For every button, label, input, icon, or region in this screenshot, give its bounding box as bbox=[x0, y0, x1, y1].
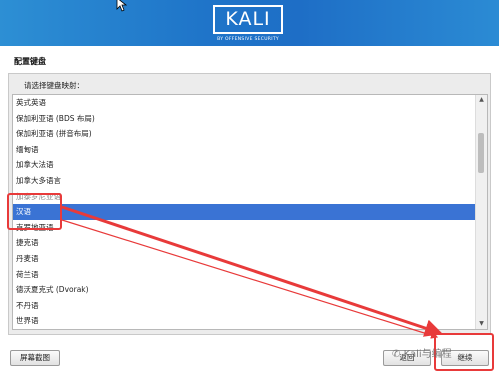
wechat-icon: ✆ bbox=[392, 349, 401, 360]
annotation-arrows bbox=[61, 205, 443, 339]
arrow-thick bbox=[61, 205, 443, 337]
watermark: ✆ Kali与编程 bbox=[392, 349, 452, 360]
arrow-thin bbox=[61, 219, 439, 339]
